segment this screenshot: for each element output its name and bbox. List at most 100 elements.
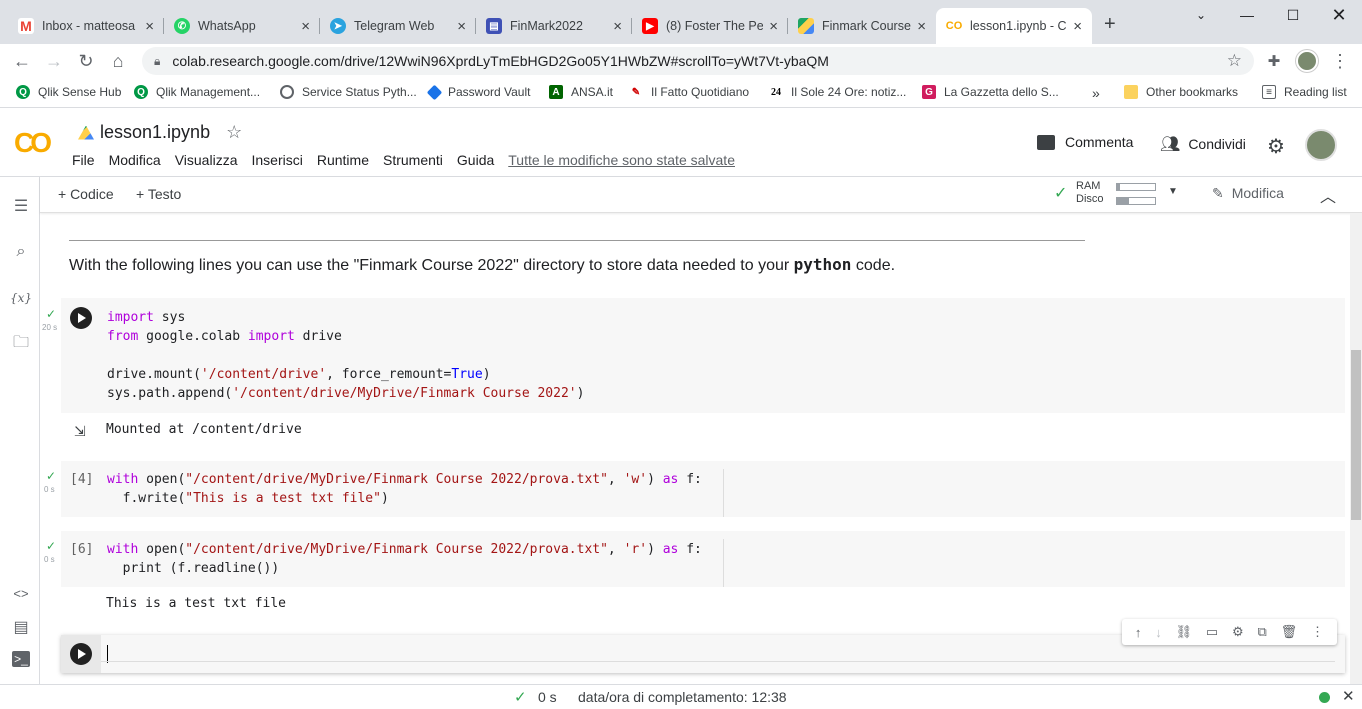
reading-list-button[interactable]: ≡ Reading list [1262,85,1347,99]
telegram-icon: ➤ [330,18,346,34]
close-tab-icon[interactable]: × [613,18,622,35]
bookmark-gazzetta[interactable]: G La Gazzetta dello S... [922,85,1059,99]
tab-colab-active[interactable]: CO lesson1.ipynb - C × [936,8,1092,44]
share-button[interactable]: 👥︎ Condividi [1160,134,1246,154]
user-avatar[interactable] [1305,129,1337,161]
status-completed[interactable]: data/ora di completamento: 12:38 [578,689,787,705]
browser-menu-icon[interactable]: ⋮ [1328,50,1352,72]
tab-telegram[interactable]: ➤ Telegram Web × [320,8,476,44]
notebook-title[interactable]: lesson1.ipynb [100,122,210,143]
search-icon[interactable]: ⌕ [10,241,32,263]
cell-settings-icon[interactable]: ⚙ [1232,624,1244,640]
colab-icon: CO [945,20,963,32]
comment-icon[interactable]: ▭ [1206,624,1218,640]
scrollbar-thumb[interactable] [1351,350,1361,520]
edit-button[interactable]: ✎ Modifica [1212,185,1284,202]
comment-button[interactable]: Commenta [1037,134,1133,150]
move-up-icon[interactable]: ↑ [1135,625,1142,640]
collapse-header-icon[interactable]: ︿ [1320,183,1336,207]
add-code-button[interactable]: + Codice [58,186,114,202]
close-tab-icon[interactable]: × [917,18,926,35]
code-cell-3-source[interactable]: with open("/content/drive/MyDrive/Finmar… [107,540,702,578]
close-tab-icon[interactable]: × [769,18,778,35]
menu-file[interactable]: File [72,152,95,168]
close-tab-icon[interactable]: × [457,18,466,35]
minimize-button[interactable]: — [1224,0,1270,30]
terminal-icon[interactable]: >_ [12,651,30,667]
reload-button[interactable]: ↻ [74,50,98,72]
run-cell-button[interactable] [70,307,92,329]
close-window-button[interactable]: ✕ [1316,0,1362,30]
cell-success-icon: ✓ [46,307,57,321]
link-icon[interactable]: ⛓ [1176,624,1193,640]
delete-icon[interactable]: 🗑︎ [1281,624,1298,640]
pencil-icon: ✎ [1212,185,1224,201]
back-button[interactable]: ← [10,50,34,72]
disk-usage-bar [1116,197,1156,205]
bookmark-qlik-sense-hub[interactable]: Q Qlik Sense Hub [16,85,121,99]
table-of-contents-icon[interactable]: ☰ [10,195,32,217]
cell-exec-time: 0 s [44,485,55,494]
forward-button[interactable]: → [42,50,66,72]
resources-indicator[interactable]: RAM Disco [1076,180,1104,206]
maximize-button[interactable]: ☐ [1270,0,1316,30]
save-status-link[interactable]: Tutte le modifiche sono state salvate [508,152,735,168]
address-bar[interactable]: 🔒︎ colab.research.google.com/drive/12Wwi… [142,47,1254,75]
menu-guida[interactable]: Guida [457,152,494,168]
move-down-icon[interactable]: ↓ [1155,625,1162,640]
whatsapp-icon: ✆ [174,18,190,34]
left-sidebar: ☰ ⌕ {x} 🗀︎ <> ▤ >_ [0,177,40,684]
menu-inserisci[interactable]: Inserisci [251,152,302,168]
tab-youtube[interactable]: ▶ (8) Foster The Pe × [632,8,788,44]
menu-runtime[interactable]: Runtime [317,152,369,168]
more-options-icon[interactable]: ⋮ [1311,624,1324,640]
cell-action-toolbar: ↑ ↓ ⛓ ▭ ⚙ ⧉ 🗑︎ ⋮ [1122,619,1337,645]
other-bookmarks-folder[interactable]: Other bookmarks [1124,85,1238,99]
close-tab-icon[interactable]: × [301,18,310,35]
close-tab-icon[interactable]: × [145,18,154,35]
code-cell-2-source[interactable]: with open("/content/drive/MyDrive/Finmar… [107,470,702,508]
run-cell-button[interactable] [70,643,92,665]
profile-avatar[interactable] [1296,50,1318,72]
gmail-icon: M [18,18,34,34]
tab-search-icon[interactable]: ⌄ [1178,0,1224,30]
command-palette-icon[interactable]: ▤ [10,616,32,638]
star-icon[interactable]: ☆ [226,122,242,143]
home-button[interactable]: ⌂ [106,50,130,72]
files-folder-icon[interactable]: 🗀︎ [10,333,32,355]
variables-icon[interactable]: {x} [10,287,32,309]
bookmark-il-fatto[interactable]: ✎ Il Fatto Quotidiano [629,85,749,99]
runtime-dropdown-icon[interactable]: ▼ [1168,186,1178,197]
bookmark-star-icon[interactable]: ☆ [1227,51,1242,71]
output-redirect-icon[interactable]: ⇲ [74,423,86,440]
mirror-cell-icon[interactable]: ⧉ [1258,624,1267,640]
notebook-title-area: lesson1.ipynb ☆ [78,122,242,143]
ruler-line [723,469,724,517]
bookmark-il-sole-24-ore[interactable]: 24 Il Sole 24 Ore: notiz... [769,85,906,99]
close-status-icon[interactable]: ✕ [1342,687,1355,705]
tab-whatsapp[interactable]: ✆ WhatsApp × [164,8,320,44]
browser-tab-strip: M Inbox - matteosa × ✆ WhatsApp × ➤ Tele… [0,0,1362,44]
bookmark-qlik-management[interactable]: Q Qlik Management... [134,85,260,99]
close-tab-icon[interactable]: × [1073,18,1082,35]
bookmark-password-vault[interactable]: Password Vault [426,84,530,100]
add-text-button[interactable]: + Testo [136,186,181,202]
connection-status-dot [1319,692,1330,703]
extensions-icon[interactable]: ✚ [1262,50,1286,72]
bookmark-service-status[interactable]: Service Status Pyth... [280,85,417,99]
bookmark-ansa[interactable]: A ANSA.it [549,85,613,99]
new-tab-button[interactable]: + [1104,13,1116,36]
settings-gear-icon[interactable]: ⚙ [1267,134,1285,159]
vault-icon [426,84,443,100]
menu-modifica[interactable]: Modifica [109,152,161,168]
markdown-cell[interactable]: With the following lines you can use the… [69,255,895,275]
tab-finmark2022[interactable]: ▤ FinMark2022 × [476,8,632,44]
code-cell-1-source[interactable]: import sys from google.colab import driv… [107,308,584,403]
code-snippets-icon[interactable]: <> [10,582,32,604]
bookmarks-overflow-button[interactable]: » [1092,85,1100,101]
tab-drive[interactable]: Finmark Course 2 × [788,8,936,44]
menu-strumenti[interactable]: Strumenti [383,152,443,168]
tab-gmail[interactable]: M Inbox - matteosa × [8,8,164,44]
menu-visualizza[interactable]: Visualizza [175,152,238,168]
colab-logo[interactable]: CO [14,127,52,159]
